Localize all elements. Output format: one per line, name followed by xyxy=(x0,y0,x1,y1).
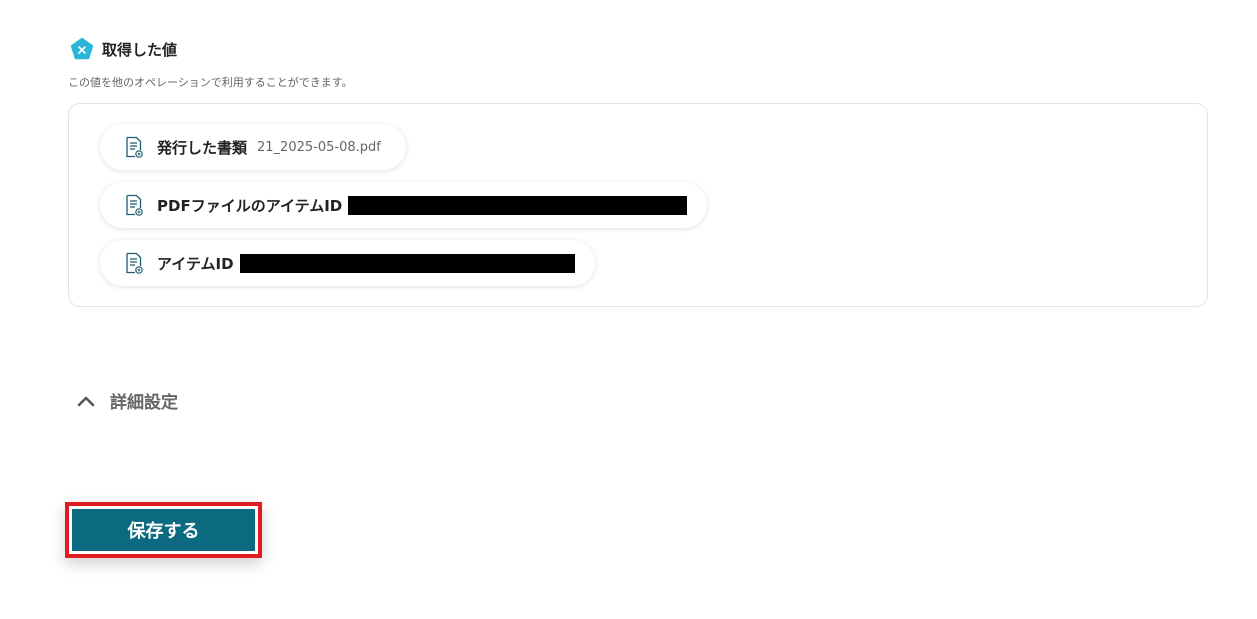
pentagon-x-icon xyxy=(70,37,94,60)
document-icon xyxy=(126,252,143,274)
value-label: アイテムID xyxy=(157,254,234,273)
value-label: 発行した書類 xyxy=(157,138,248,157)
chevron-up-icon xyxy=(77,396,95,406)
returned-values-box: 発行した書類 21_2025-05-08.pdf PDFファイルのアイテムID … xyxy=(68,103,1208,307)
redacted-value xyxy=(348,195,688,215)
advanced-settings-label: 詳細設定 xyxy=(110,393,178,413)
save-button-highlight: 保存する xyxy=(65,502,262,558)
redacted-value xyxy=(239,253,575,273)
document-icon xyxy=(126,136,143,158)
advanced-settings-toggle[interactable]: 詳細設定 xyxy=(76,388,178,413)
value-label: PDFファイルのアイテムID xyxy=(157,196,343,215)
value-chip-pdf-item-id[interactable]: PDFファイルのアイテムID xyxy=(100,182,708,228)
value-text: 21_2025-05-08.pdf xyxy=(257,139,381,155)
section-description: この値を他のオペレーションで利用することができます。 xyxy=(68,76,353,89)
document-icon xyxy=(126,194,143,216)
save-button[interactable]: 保存する xyxy=(72,509,255,551)
returned-values-header: 取得した値 xyxy=(70,37,177,61)
value-chip-item-id[interactable]: アイテムID xyxy=(100,240,595,286)
section-title: 取得した値 xyxy=(102,40,178,59)
value-chip-issued-document[interactable]: 発行した書類 21_2025-05-08.pdf xyxy=(100,124,406,170)
